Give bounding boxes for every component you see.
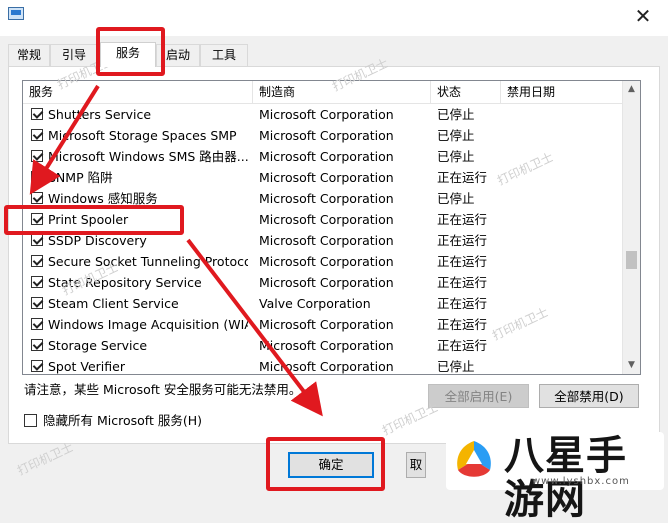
- brand-logo-icon: [457, 441, 491, 477]
- brand-watermark: 八星手游网 www.lyshbx.com: [446, 432, 664, 522]
- brand-url: www.lyshbx.com: [532, 476, 630, 487]
- tab-services[interactable]: 服务: [100, 42, 156, 67]
- arrow-to-ok-button: [186, 238, 323, 417]
- annotation-arrows: [29, 84, 323, 417]
- arrow-to-print-spooler: [29, 84, 100, 195]
